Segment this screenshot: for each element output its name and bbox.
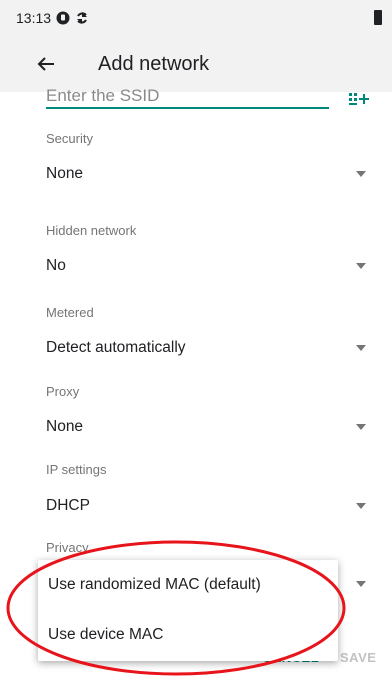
metered-label: Metered [46, 305, 94, 320]
chevron-down-icon[interactable] [356, 171, 366, 177]
chevron-down-icon[interactable] [356, 581, 366, 587]
notification-icon [56, 11, 70, 25]
chevron-down-icon[interactable] [356, 263, 366, 269]
page-title: Add network [98, 53, 210, 75]
hidden-network-label: Hidden network [46, 223, 137, 238]
qr-scan-icon[interactable] [348, 92, 370, 106]
proxy-label: Proxy [46, 384, 80, 399]
metered-value[interactable]: Detect automatically [46, 339, 186, 357]
hidden-network-value[interactable]: No [46, 257, 66, 275]
save-button[interactable]: SAVE [340, 650, 376, 665]
ip-settings-value[interactable]: DHCP [46, 497, 90, 515]
ssid-input[interactable]: Enter the SSID [46, 86, 159, 106]
privacy-dropdown-menu: Use randomized MAC (default) Use device … [38, 560, 338, 661]
security-label: Security [46, 131, 93, 146]
chevron-down-icon[interactable] [356, 345, 366, 351]
battery-icon [374, 10, 382, 25]
arrow-left-icon[interactable] [34, 52, 58, 76]
sync-icon [77, 12, 87, 24]
status-time: 13:13 [16, 10, 52, 26]
app-bar: Add network [0, 36, 392, 92]
menu-item-device-mac[interactable]: Use device MAC [48, 626, 163, 644]
privacy-label: Privacy [46, 540, 89, 555]
ssid-underline [46, 107, 329, 109]
chevron-down-icon[interactable] [356, 503, 366, 509]
proxy-value[interactable]: None [46, 418, 83, 436]
ip-settings-label: IP settings [46, 462, 107, 477]
security-value[interactable]: None [46, 165, 83, 183]
chevron-down-icon[interactable] [356, 424, 366, 430]
status-bar: 13:13 [0, 0, 392, 36]
menu-item-randomized-mac[interactable]: Use randomized MAC (default) [48, 576, 261, 594]
